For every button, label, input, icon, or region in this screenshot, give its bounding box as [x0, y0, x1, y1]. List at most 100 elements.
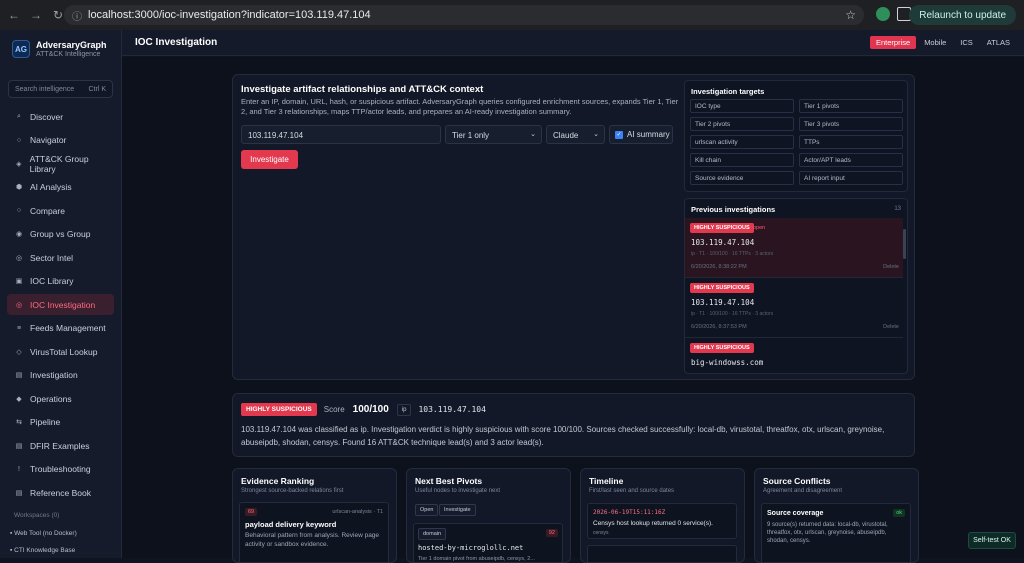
sidebar-item-navigator[interactable]: ○ Navigator [7, 130, 114, 151]
tab-enterprise[interactable]: Enterprise [870, 36, 917, 49]
pivot-type-tag: domain [418, 528, 447, 540]
sidebar-item-discover[interactable]: ⌕ Discover [7, 106, 114, 127]
topbar: IOC Investigation Enterprise Mobile ICS … [122, 30, 1024, 56]
target-icon: ◉ [15, 231, 23, 238]
search-placeholder: Search intelligence [15, 85, 75, 93]
circle-icon: ○ [16, 207, 22, 214]
brand-subtitle: ATT&CK Intelligence [36, 51, 101, 58]
sidebar-item-troubleshooting[interactable]: ! Troubleshooting [7, 459, 114, 480]
chevron-down-icon: ⌄ [593, 131, 599, 138]
sidebar-item-label: Discover [30, 111, 64, 122]
pivots-subtitle: Useful nodes to investigate next [415, 488, 501, 494]
sidebar-item-ioc-library[interactable]: ▣ IOC Library [7, 271, 114, 292]
forward-icon[interactable]: → [28, 7, 44, 23]
sidebar-item-feeds-management[interactable]: ≡ Feeds Management [7, 318, 114, 339]
conflict-status: ok [893, 509, 905, 517]
app-logo-icon: AG [12, 40, 30, 58]
verdict-badge: HIGHLY SUSPICIOUS [690, 283, 754, 293]
workspace-item[interactable]: ▪ Web Tool (no Docker) [10, 530, 77, 537]
tab-mobile[interactable]: Mobile [918, 36, 952, 49]
sidebar-item-label: Reference Book [30, 487, 91, 498]
sidebar-item-dfir-examples[interactable]: ▤ DFIR Examples [7, 435, 114, 456]
search-icon: ⌕ [17, 112, 21, 120]
sidebar-item-compare[interactable]: ○ Compare [7, 200, 114, 221]
sidebar-item-label: IOC Library [30, 276, 74, 286]
tab-atlas[interactable]: ATLAS [981, 36, 1016, 49]
indicator-input[interactable]: 103.119.47.104 [241, 125, 441, 144]
timeline-source: censys [593, 530, 609, 536]
score-label: Score [323, 405, 345, 414]
target-item: AI report input [799, 171, 903, 185]
previous-meta: ip · T1 · 100/100 · 16 TTPs · 3 actors [691, 311, 774, 317]
evidence-item-title: payload delivery keyword [245, 520, 337, 529]
tier-select[interactable]: Tier 1 only ⌄ [445, 125, 542, 144]
sidebar-search-input[interactable]: Search intelligence Ctrl K [8, 80, 113, 98]
domain-tabs: Enterprise Mobile ICS ATLAS [868, 36, 1016, 49]
model-select[interactable]: Claude ⌄ [546, 125, 605, 144]
file-icon: ▤ [15, 442, 23, 450]
evidence-rank: 69 [245, 508, 258, 516]
book-icon: ▤ [15, 489, 23, 497]
timeline-item[interactable] [587, 545, 737, 562]
previous-investigation-item[interactable]: HIGHLY SUSPICIOUS open 103.119.47.104 ip · … [685, 218, 903, 278]
self-test-badge[interactable]: Self-test OK [968, 532, 1016, 549]
pivot-open-button[interactable]: Open [415, 504, 439, 516]
diamond-filled-icon: ◆ [16, 395, 22, 403]
investigation-targets: Investigation targets IOC type Tier 1 piv… [684, 80, 908, 192]
back-icon[interactable]: ← [6, 7, 22, 23]
target-item: TTPs [799, 135, 903, 149]
investigate-heading: Investigate artifact relationships and A… [241, 84, 484, 95]
compass-icon: ○ [16, 136, 22, 144]
address-bar[interactable]: ⓘ localhost:3000/ioc-investigation?indic… [64, 5, 864, 25]
target-item: Tier 1 pivots [799, 99, 903, 113]
target-item: IOC type [690, 99, 794, 113]
workspace-item[interactable]: ▪ CTI Knowledge Base [10, 547, 75, 554]
sidebar-item-pipeline[interactable]: ⇆ Pipeline [7, 412, 114, 433]
sidebar-item-label: Compare [30, 205, 65, 216]
sidebar-item-virustotal-lookup[interactable]: ◇ VirusTotal Lookup [7, 341, 114, 362]
extension-icon[interactable] [876, 7, 890, 21]
delete-button[interactable]: Delete [883, 264, 899, 270]
sidebar-item-reference-book[interactable]: ▤ Reference Book [7, 482, 114, 503]
previous-investigation-item[interactable]: HIGHLY SUSPICIOUS big-windowss.com [685, 338, 903, 373]
sidebar-item-investigation[interactable]: ▤ Investigation [7, 365, 114, 386]
search-shortcut: Ctrl K [88, 85, 107, 93]
relaunch-button[interactable]: Relaunch to update [909, 5, 1016, 25]
tab-ics[interactable]: ICS [954, 36, 979, 49]
sidebar-item-att-ck-group-library[interactable]: ◈ ATT&CK Group Library [7, 153, 114, 174]
sidebar-item-sector-intel[interactable]: ◎ Sector Intel [7, 247, 114, 268]
previous-scrollbar[interactable] [903, 229, 906, 259]
delete-button[interactable]: Delete [883, 324, 899, 330]
timeline-subtitle: First/last seen and source dates [589, 488, 675, 494]
evidence-item[interactable]: 69 urlscan-analysis · T1 payload deliver… [239, 502, 389, 562]
ai-summary-checkbox[interactable]: ✓ AI summary [609, 125, 673, 144]
pivot-item[interactable]: domain 92 hosted-by-microglollc.net Tier… [413, 523, 563, 562]
investigate-description: Enter an IP, domain, URL, hash, or suspi… [241, 97, 679, 116]
target-item: Tier 2 pivots [690, 117, 794, 131]
pivot-score: 92 [545, 529, 558, 537]
source-conflicts-panel: Source Conflicts Agreement and disagreem… [754, 468, 919, 563]
investigate-button[interactable]: Investigate [241, 150, 298, 169]
previous-investigation-item[interactable]: HIGHLY SUSPICIOUS 103.119.47.104 ip · T1 ·… [685, 278, 903, 338]
sidebar-item-ai-analysis[interactable]: ⬢ AI Analysis [7, 177, 114, 198]
sidebar-item-operations[interactable]: ◆ Operations [7, 388, 114, 409]
investigate-panel: Investigate artifact relationships and A… [232, 74, 915, 380]
sidebar-item-group-vs-group[interactable]: ◉ Group vs Group [7, 224, 114, 245]
target-item: Tier 3 pivots [799, 117, 903, 131]
workspaces-label: Workspaces (0) [14, 512, 60, 519]
pivot-value: hosted-by-microglollc.net [418, 544, 524, 552]
pivot-investigate-button[interactable]: Investigate [439, 504, 476, 516]
file-icon: ▤ [15, 372, 23, 379]
sidebar-item-ioc-investigation[interactable]: ◎ IOC Investigation [7, 294, 114, 315]
chevron-down-icon: ⌄ [530, 131, 536, 138]
model-select-value: Claude [553, 131, 579, 140]
sidebar-item-label: AI Analysis [30, 182, 72, 192]
bookmark-star-icon[interactable]: ☆ [845, 8, 856, 22]
site-info-icon[interactable]: ⓘ [72, 8, 82, 23]
previous-indicator: 103.119.47.104 [691, 238, 755, 247]
sidebar-item-label: Sector Intel [30, 252, 73, 263]
lines-icon: ≡ [16, 324, 22, 332]
brand[interactable]: AG AdversaryGraph ATT&CK Intelligence [0, 30, 121, 66]
timeline-item[interactable]: 2026-06-19T15:11:16Z Censys host lookup … [587, 503, 737, 539]
next-best-pivots-panel: Next Best Pivots Useful nodes to investi… [406, 468, 571, 563]
